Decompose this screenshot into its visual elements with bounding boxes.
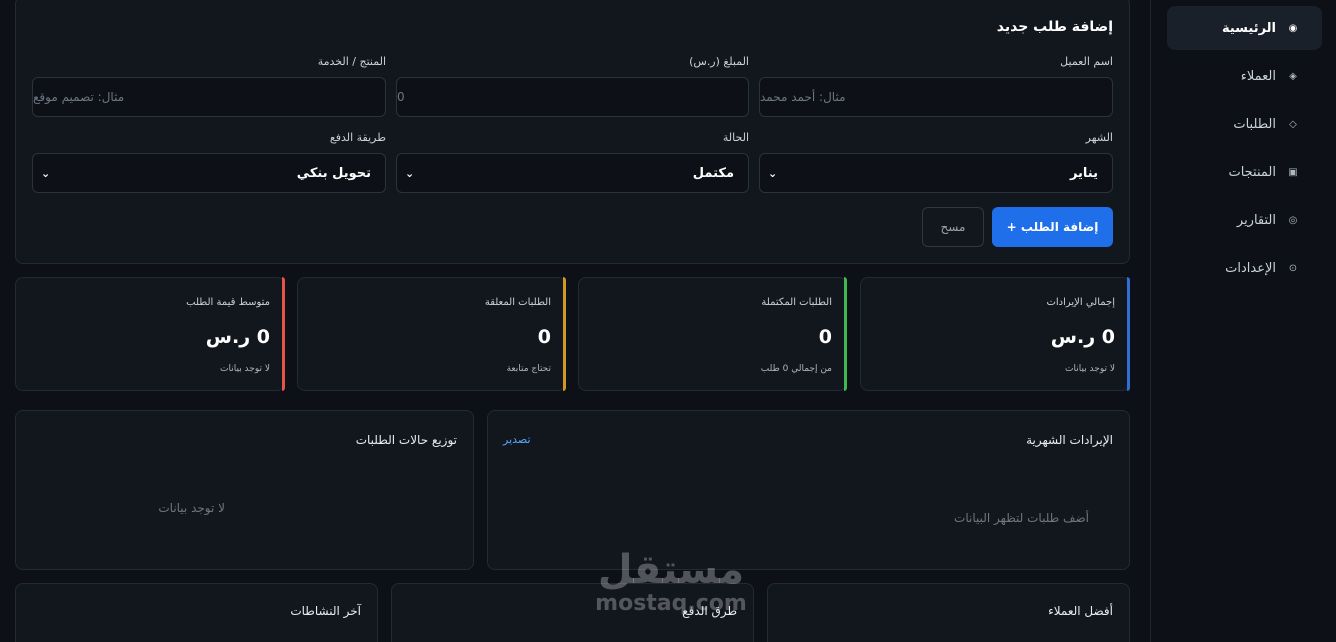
stat-card-completed-orders: الطلبات المكتملة 0 من إجمالي 0 طلب [578,277,847,391]
orders-icon: ◇ [1289,118,1297,130]
sidebar-item-reports[interactable]: ◎ التقارير [1167,198,1322,242]
customer-name-input[interactable]: مثال: أحمد محمد [759,77,1113,117]
status-select[interactable]: ⌄ مكتمل [396,153,749,193]
monthly-revenue-title: الإيرادات الشهرية [1026,433,1113,447]
month-select-value: يناير [1069,165,1098,181]
stat-title: الطلبات المعلقة [484,297,551,308]
stat-accent-bar [282,277,285,391]
sidebar: ◉ الرئيسية ◈ العملاء ◇ الطلبات ▣ المنتجا… [1150,0,1336,642]
sidebar-item-label: الطلبات [1233,116,1276,132]
sidebar-item-orders[interactable]: ◇ الطلبات [1167,102,1322,146]
clear-button[interactable]: مسح [922,207,984,247]
recent-activity-card: آخر النشاطات [15,583,378,642]
chevron-down-icon: ⌄ [41,166,51,180]
chevron-down-icon: ⌄ [768,166,778,180]
month-label: الشهر [1085,131,1113,144]
sidebar-item-settings[interactable]: ⊙ الإعدادات [1167,246,1322,290]
payment-methods-title: طرق الدفع [682,604,737,618]
sidebar-item-customers[interactable]: ◈ العملاء [1167,54,1322,98]
stat-value: 0 [537,326,551,348]
stat-title: متوسط قيمة الطلب [186,297,270,308]
sidebar-item-home[interactable]: ◉ الرئيسية [1167,6,1322,50]
status-select-value: مكتمل [692,165,734,181]
stat-card-average-order: متوسط قيمة الطلب 0 ر.س لا توجد بيانات [15,277,285,391]
stat-subtitle: لا توجد بيانات [220,364,270,374]
recent-activity-title: آخر النشاطات [290,604,361,618]
month-select[interactable]: ⌄ يناير [759,153,1113,193]
stat-subtitle: تحتاج متابعة [506,364,551,374]
stat-value: 0 ر.س [1050,326,1115,348]
payment-methods-card: طرق الدفع [391,583,754,642]
empty-state-message: أضف طلبات لتظهر البيانات [954,511,1089,525]
sidebar-item-label: العملاء [1240,68,1276,84]
customers-icon: ◈ [1289,70,1297,82]
stat-card-pending-orders: الطلبات المعلقة 0 تحتاج متابعة [297,277,566,391]
chevron-down-icon: ⌄ [405,166,415,180]
add-order-button[interactable]: + إضافة الطلب [992,207,1113,247]
payment-method-label: طريقة الدفع [329,131,386,144]
stat-accent-bar [1127,277,1130,391]
order-status-title: توزيع حالات الطلبات [355,433,457,447]
export-link[interactable]: تصدير [503,433,531,446]
stat-subtitle: من إجمالي 0 طلب [760,364,832,374]
stat-value: 0 ر.س [205,326,270,348]
form-title: إضافة طلب جديد [996,19,1113,35]
main-content: إضافة طلب جديد اسم العميل مثال: أحمد محم… [0,0,1150,642]
sidebar-item-label: المنتجات [1228,164,1276,180]
stat-value: 0 [818,326,832,348]
stat-title: الطلبات المكتملة [761,297,832,308]
stat-title: إجمالي الإيرادات [1046,297,1115,308]
product-label: المنتج / الخدمة [317,55,386,68]
sidebar-item-label: الرئيسية [1221,20,1276,36]
empty-state-message: لا توجد بيانات [158,501,225,515]
top-customers-card: أفضل العملاء [767,583,1130,642]
payment-method-select-value: تحويل بنكي [296,165,371,181]
customer-name-label: اسم العميل [1060,55,1113,68]
payment-method-select[interactable]: ⌄ تحويل بنكي [32,153,386,193]
stat-card-total-revenue: إجمالي الإيرادات 0 ر.س لا توجد بيانات [860,277,1130,391]
order-status-card: توزيع حالات الطلبات لا توجد بيانات [15,410,474,570]
stat-subtitle: لا توجد بيانات [1065,364,1115,374]
amount-label: المبلغ (ر.س) [689,55,749,68]
status-label: الحالة [722,131,749,144]
settings-icon: ⊙ [1288,262,1298,274]
add-order-form: إضافة طلب جديد اسم العميل مثال: أحمد محم… [15,0,1130,264]
stat-accent-bar [563,277,566,391]
product-input[interactable]: مثال: تصميم موقع [32,77,386,117]
products-icon: ▣ [1288,166,1298,178]
home-icon: ◉ [1288,22,1298,34]
top-customers-title: أفضل العملاء [1048,604,1113,618]
amount-input[interactable]: 0 [396,77,749,117]
stat-accent-bar [844,277,847,391]
sidebar-item-products[interactable]: ▣ المنتجات [1167,150,1322,194]
sidebar-item-label: الإعدادات [1225,260,1276,276]
monthly-revenue-card: الإيرادات الشهرية تصدير أضف طلبات لتظهر … [487,410,1130,570]
sidebar-item-label: التقارير [1236,212,1276,228]
reports-icon: ◎ [1288,214,1298,226]
